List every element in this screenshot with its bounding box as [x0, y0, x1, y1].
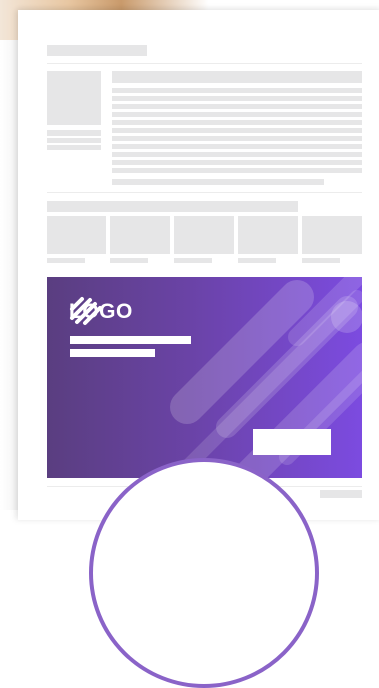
section-divider [47, 192, 362, 193]
column-caption [174, 258, 212, 263]
image-caption-line [47, 130, 101, 136]
text-line [112, 136, 362, 141]
section-heading-placeholder [47, 201, 298, 212]
text-line-short [112, 179, 324, 185]
text-line [112, 160, 362, 165]
banner-headline-placeholder [70, 336, 191, 344]
stripes-logo-icon [70, 297, 102, 325]
text-line [112, 168, 362, 173]
text-heading-placeholder [112, 71, 362, 83]
profile-circle [89, 458, 319, 688]
banner-cta-button[interactable] [253, 429, 331, 455]
column-caption [238, 258, 276, 263]
column-caption [110, 258, 148, 263]
logo: LOGO [69, 296, 133, 326]
column-block [302, 216, 362, 254]
column-block [47, 216, 106, 254]
text-line [112, 120, 362, 125]
text-line [112, 88, 362, 93]
image-caption-line [47, 138, 101, 143]
text-line [112, 152, 362, 157]
header-divider [47, 63, 362, 64]
column-caption [302, 258, 340, 263]
text-line [112, 144, 362, 149]
promo-banner: LOGO [47, 277, 362, 478]
column-block [238, 216, 298, 254]
footer-placeholder [320, 490, 362, 498]
column-block [174, 216, 234, 254]
text-line [112, 104, 362, 109]
banner-subline-placeholder [70, 349, 155, 357]
column-caption [47, 258, 85, 263]
image-caption-line [47, 145, 101, 150]
title-placeholder [47, 45, 147, 56]
text-line [112, 112, 362, 117]
background-left [0, 40, 18, 510]
image-placeholder [47, 71, 101, 125]
text-line [112, 128, 362, 133]
text-line [112, 96, 362, 101]
column-block [110, 216, 170, 254]
